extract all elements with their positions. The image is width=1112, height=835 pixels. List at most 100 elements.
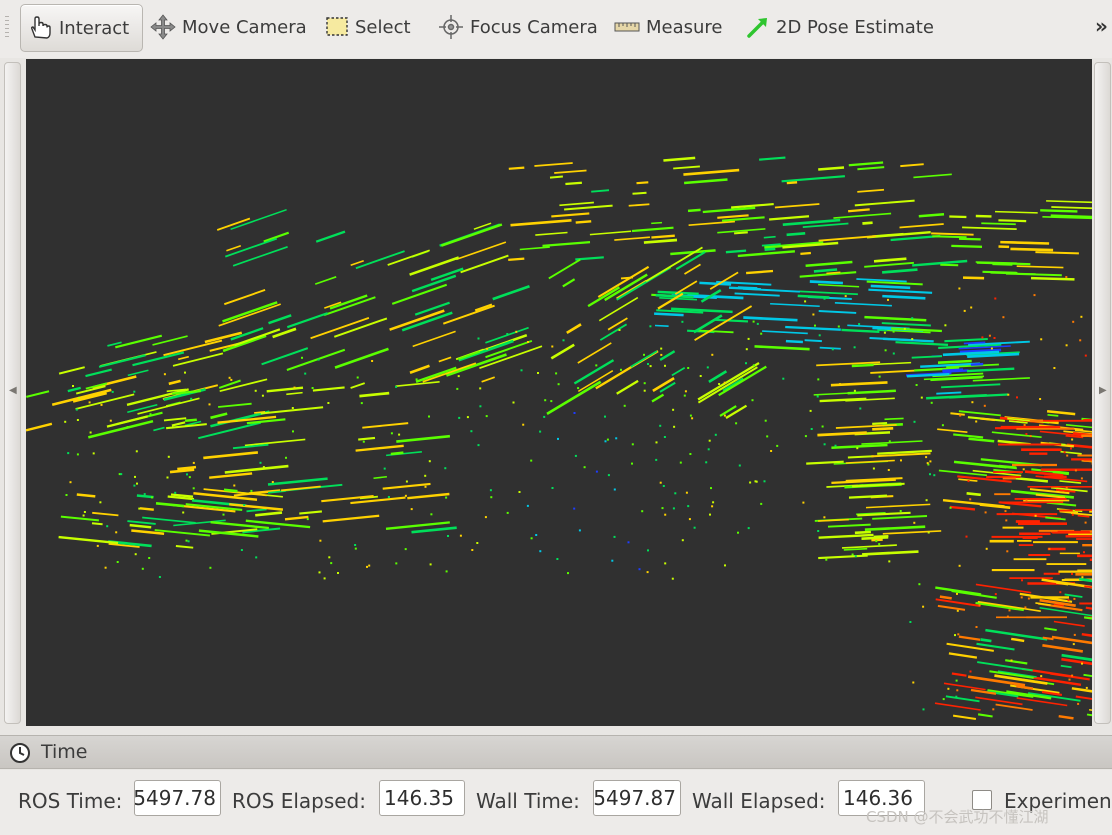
point-cloud-point: [764, 419, 767, 422]
point-cloud-point: [981, 336, 984, 339]
point-cloud-point: [723, 414, 726, 417]
point-cloud-point: [913, 420, 916, 423]
point-cloud-point: [611, 559, 614, 562]
point-cloud-point: [679, 461, 682, 464]
point-cloud-point: [655, 458, 658, 461]
point-cloud-point: [240, 549, 243, 551]
point-cloud-point: [1040, 675, 1043, 678]
point-cloud-point: [428, 415, 430, 418]
point-cloud-point: [1071, 674, 1074, 677]
point-cloud-scan-line: [865, 503, 931, 509]
point-cloud-point: [978, 604, 981, 607]
point-cloud-scan-line: [203, 451, 259, 460]
point-cloud-scan-line: [873, 534, 889, 538]
point-cloud-point: [683, 394, 686, 397]
measure-tool-button[interactable]: Measure: [614, 4, 723, 50]
point-cloud-point: [578, 529, 581, 532]
point-cloud-point: [706, 366, 709, 369]
right-dock-toggle[interactable]: ▶: [1094, 62, 1111, 724]
point-cloud-point: [255, 556, 258, 559]
point-cloud-scan-line: [508, 257, 525, 262]
point-cloud-point: [166, 476, 169, 479]
point-cloud-scan-line: [422, 362, 477, 383]
point-cloud-scan-line: [60, 515, 99, 522]
point-cloud-scan-line: [854, 530, 871, 535]
point-cloud-scan-line: [577, 342, 612, 364]
point-cloud-point: [620, 368, 622, 371]
point-cloud-scan-line: [127, 369, 149, 377]
point-cloud-point: [681, 320, 684, 323]
2d-pose-estimate-tool-button[interactable]: 2D Pose Estimate: [746, 4, 934, 50]
point-cloud-point: [360, 402, 363, 405]
point-cloud-point: [506, 333, 509, 335]
point-cloud-point: [922, 605, 925, 608]
point-cloud-point: [883, 331, 886, 334]
point-cloud-point: [1053, 367, 1056, 369]
point-cloud-point: [967, 480, 970, 483]
point-cloud-point: [506, 511, 509, 514]
wall-time-field[interactable]: 1686015497.87: [593, 780, 681, 816]
point-cloud-point: [723, 381, 726, 384]
point-cloud-point: [913, 521, 916, 524]
point-cloud-scan-line: [951, 672, 967, 677]
left-dock-toggle[interactable]: ◀: [4, 62, 21, 724]
point-cloud-point: [1005, 519, 1008, 522]
point-cloud-scan-line: [737, 250, 795, 258]
point-cloud-point: [362, 440, 365, 443]
point-cloud-point: [956, 609, 959, 612]
move-camera-tool-button[interactable]: Move Camera: [150, 4, 307, 50]
ros-elapsed-field[interactable]: 146.35: [379, 780, 465, 816]
point-cloud-point: [104, 566, 107, 569]
point-cloud-point: [672, 507, 675, 510]
point-cloud-scan-line: [355, 444, 404, 452]
toolbar-overflow-button[interactable]: »: [1095, 14, 1108, 38]
point-cloud-scan-line: [833, 212, 892, 219]
point-cloud-point: [489, 489, 492, 492]
point-cloud-scan-line: [438, 356, 452, 363]
point-cloud-point: [75, 408, 78, 411]
point-cloud-scan-line: [230, 208, 287, 231]
point-cloud-point: [526, 504, 529, 507]
point-cloud-point: [926, 462, 929, 465]
point-cloud-point: [562, 339, 565, 342]
point-cloud-point: [1007, 393, 1010, 396]
3d-render-viewport[interactable]: [26, 59, 1092, 726]
point-cloud-scan-line: [866, 280, 923, 286]
point-cloud-point: [817, 530, 820, 532]
select-tool-button[interactable]: Select: [325, 4, 411, 50]
point-cloud-point: [530, 459, 533, 462]
point-cloud-point: [151, 496, 153, 499]
point-cloud-point: [1020, 596, 1023, 599]
point-cloud-scan-line: [1011, 637, 1025, 643]
point-cloud-point: [1081, 576, 1084, 579]
point-cloud-scan-line: [98, 354, 146, 368]
point-cloud-point: [185, 539, 188, 542]
point-cloud-scan-line: [994, 210, 1038, 214]
csdn-watermark: CSDN @不会武功不懂江湖: [866, 808, 1049, 826]
point-cloud-point: [956, 689, 959, 692]
point-cloud-scan-line: [935, 598, 981, 607]
point-cloud-scan-line: [861, 440, 923, 445]
point-cloud-point: [479, 387, 482, 390]
point-cloud-scan-line: [714, 318, 749, 323]
point-cloud-point: [518, 491, 521, 493]
point-cloud-scan-line: [941, 383, 1001, 389]
point-cloud-point: [655, 441, 658, 444]
point-cloud-point: [930, 401, 933, 404]
point-cloud-point: [484, 516, 487, 519]
focus-camera-tool-button[interactable]: Focus Camera: [438, 4, 598, 50]
ros-time-field[interactable]: 1686015497.78: [134, 780, 221, 816]
interact-tool-button[interactable]: Interact: [20, 4, 143, 52]
point-cloud-point: [888, 440, 891, 443]
point-cloud-point: [1071, 513, 1074, 516]
toolbar-grip[interactable]: [5, 16, 9, 38]
point-cloud-point: [557, 383, 560, 386]
point-cloud-point: [958, 287, 961, 290]
point-cloud-scan-line: [299, 510, 323, 515]
point-cloud-scan-line: [899, 223, 944, 229]
move-camera-label: Move Camera: [182, 16, 307, 38]
point-cloud-point: [387, 496, 390, 498]
point-cloud-point: [823, 443, 826, 446]
point-cloud-point: [595, 364, 598, 367]
point-cloud-scan-line: [651, 221, 663, 225]
